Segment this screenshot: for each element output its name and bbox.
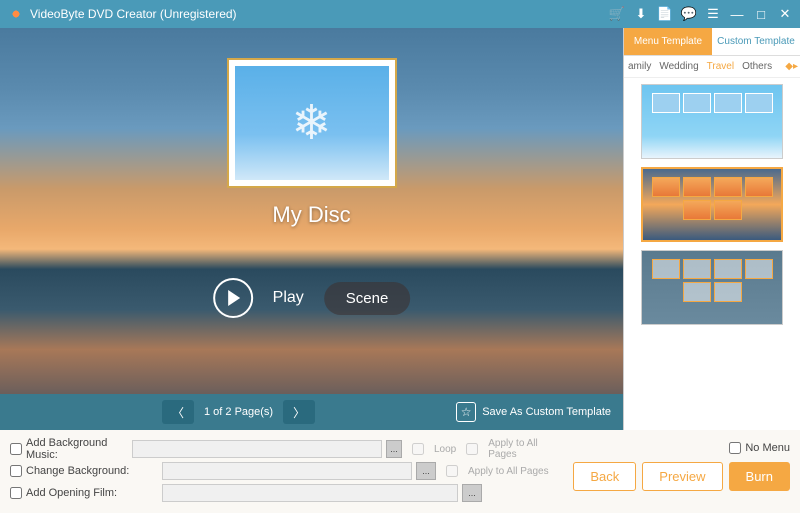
browse-opening-film[interactable]: ... xyxy=(462,484,482,502)
preview-pane: ❄ My Disc Play Scene 〈 1 of 2 Page(s) 〉 … xyxy=(0,28,623,430)
page-info: 1 of 2 Page(s) xyxy=(204,406,273,418)
save-template-label: Save As Custom Template xyxy=(482,406,611,418)
label-opening-film: Add Opening Film: xyxy=(26,487,158,499)
prev-page-button[interactable]: 〈 xyxy=(162,400,194,424)
disc-title[interactable]: My Disc xyxy=(227,202,397,228)
burn-button[interactable]: Burn xyxy=(729,462,790,491)
check-loop[interactable] xyxy=(412,443,424,455)
check-opening-film[interactable] xyxy=(10,487,22,499)
template-list xyxy=(624,78,800,430)
tab-custom-template[interactable]: Custom Template xyxy=(712,28,800,55)
back-button[interactable]: Back xyxy=(573,462,636,491)
template-item-3[interactable] xyxy=(641,250,783,325)
chat-icon[interactable]: 💬 xyxy=(682,7,696,21)
input-opening-film[interactable] xyxy=(162,484,458,502)
browse-bg-music[interactable]: ... xyxy=(386,440,402,458)
play-icon xyxy=(228,290,240,306)
app-logo xyxy=(8,6,24,22)
preview-button[interactable]: Preview xyxy=(642,462,722,491)
scene-button[interactable]: Scene xyxy=(324,282,411,315)
check-apply-bg[interactable] xyxy=(446,465,458,477)
chapter-thumbnail[interactable]: ❄ xyxy=(227,58,397,188)
input-bg-music[interactable] xyxy=(132,440,382,458)
bottom-panel: Add Background Music: ... Loop Apply to … xyxy=(0,430,800,513)
cat-travel[interactable]: Travel xyxy=(703,61,738,72)
label-no-menu: No Menu xyxy=(745,442,790,454)
input-change-bg[interactable] xyxy=(162,462,412,480)
check-apply-music[interactable] xyxy=(466,443,478,455)
key-icon[interactable]: ⬇ xyxy=(634,7,648,21)
app-title: VideoByte DVD Creator (Unregistered) xyxy=(30,7,610,21)
preview-footer: 〈 1 of 2 Page(s) 〉 ☆ Save As Custom Temp… xyxy=(0,394,623,430)
minimize-icon[interactable]: — xyxy=(730,7,744,21)
check-bg-music[interactable] xyxy=(10,443,22,455)
template-item-1[interactable] xyxy=(641,84,783,159)
template-item-2[interactable] xyxy=(641,167,783,242)
label-loop: Loop xyxy=(434,444,456,455)
page-icon[interactable]: 📄 xyxy=(658,7,672,21)
cat-family[interactable]: amily xyxy=(624,61,655,72)
menu-icon[interactable]: ☰ xyxy=(706,7,720,21)
category-tabs: amily Wedding Travel Others ◆▸ xyxy=(624,56,800,78)
cat-others[interactable]: Others xyxy=(738,61,776,72)
next-page-button[interactable]: 〉 xyxy=(283,400,315,424)
save-template-button[interactable]: ☆ Save As Custom Template xyxy=(456,402,611,422)
close-icon[interactable]: ✕ xyxy=(778,7,792,21)
cat-scroll-right[interactable]: ◆▸ xyxy=(785,61,798,72)
template-pane: Menu Template Custom Template amily Wedd… xyxy=(623,28,800,430)
main-area: ❄ My Disc Play Scene 〈 1 of 2 Page(s) 〉 … xyxy=(0,28,800,430)
browse-change-bg[interactable]: ... xyxy=(416,462,436,480)
cat-wedding[interactable]: Wedding xyxy=(655,61,702,72)
check-change-bg[interactable] xyxy=(10,465,22,477)
snowflake-icon: ❄ xyxy=(291,95,331,151)
check-no-menu[interactable] xyxy=(729,442,741,454)
label-apply-bg: Apply to All Pages xyxy=(468,466,549,477)
tab-menu-template[interactable]: Menu Template xyxy=(624,28,712,55)
maximize-icon[interactable]: □ xyxy=(754,7,768,21)
play-label[interactable]: Play xyxy=(273,289,304,307)
label-apply-music: Apply to All Pages xyxy=(488,438,550,460)
star-icon: ☆ xyxy=(456,402,476,422)
cart-icon[interactable]: 🛒 xyxy=(610,7,624,21)
label-bg-music: Add Background Music: xyxy=(26,437,128,461)
play-button[interactable] xyxy=(213,278,253,318)
titlebar: VideoByte DVD Creator (Unregistered) 🛒 ⬇… xyxy=(0,0,800,28)
label-change-bg: Change Background: xyxy=(26,465,158,477)
